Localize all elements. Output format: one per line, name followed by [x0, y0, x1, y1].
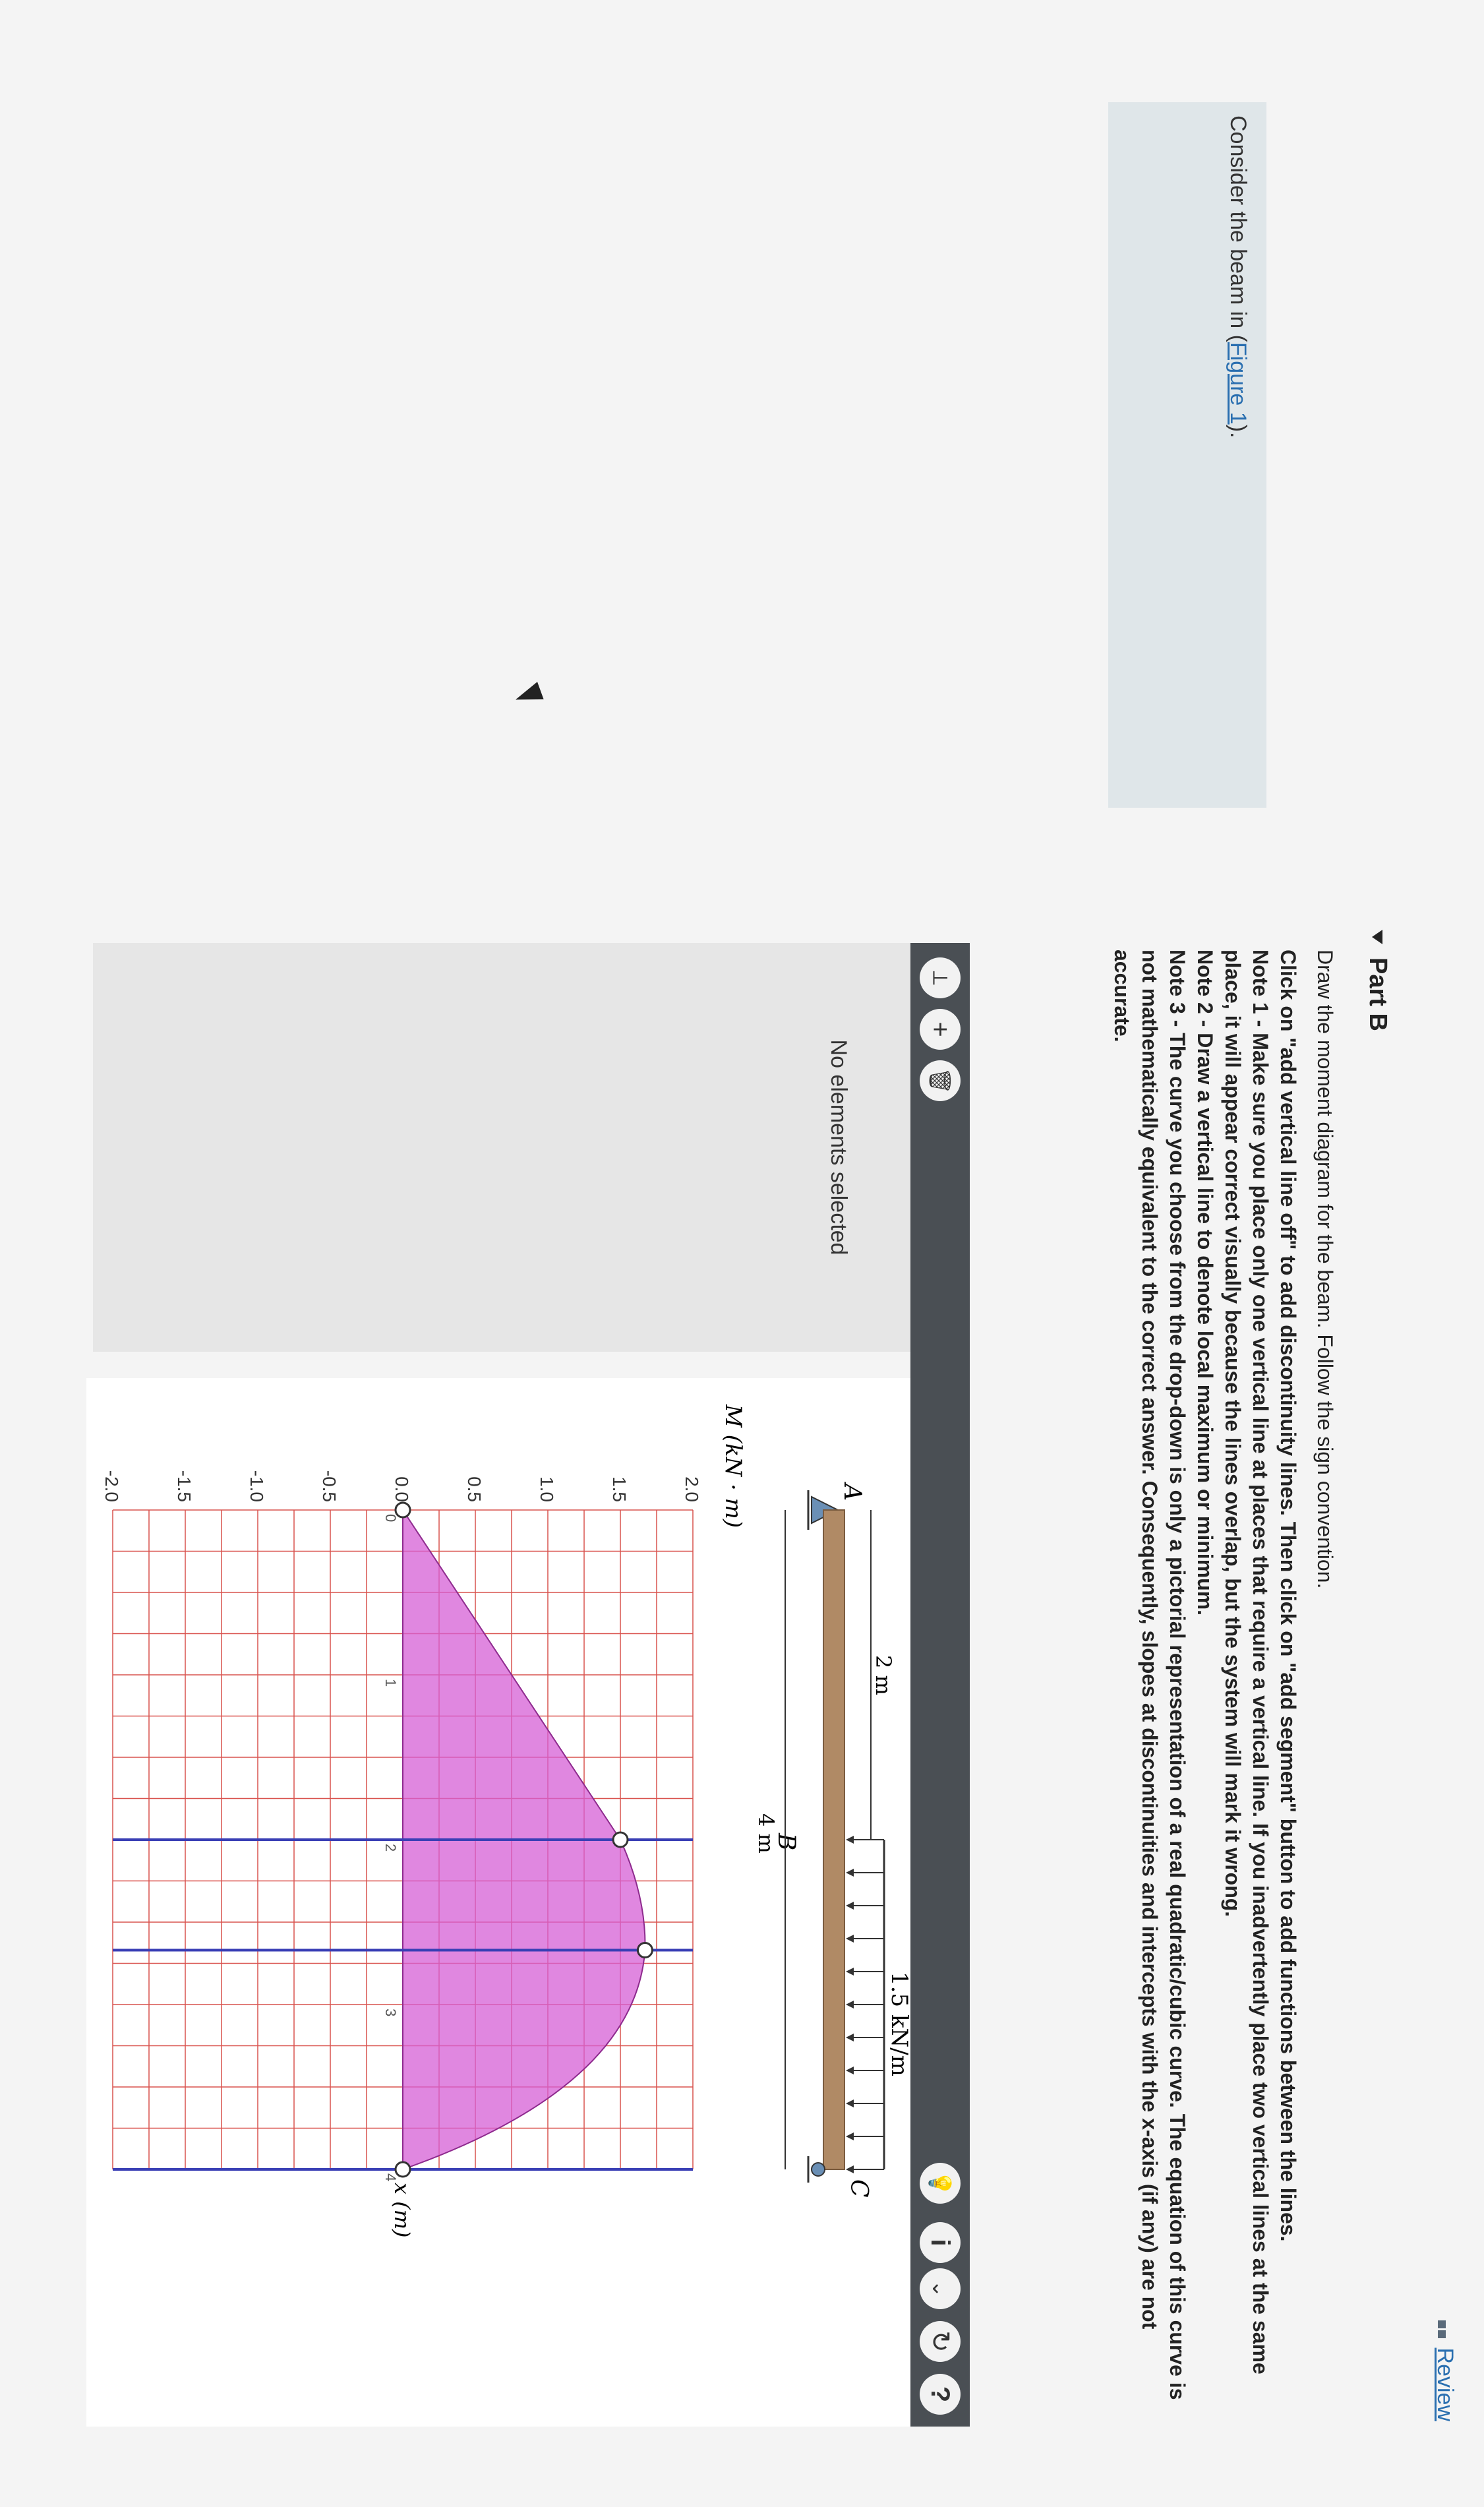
- instruction-intro: Draw the moment diagram for the beam. Fo…: [1313, 950, 1337, 1589]
- x-tick-label: 1: [382, 1679, 399, 1687]
- x-tick-label: 3: [382, 2009, 399, 2016]
- x-axis-label: x (m): [390, 2183, 415, 2238]
- load-arrowhead: [846, 2165, 854, 2173]
- instruction-note: Note 1 - Make sure you place only one ve…: [1221, 950, 1272, 2374]
- info-icon[interactable]: i: [920, 2222, 961, 2263]
- vertical-line-tool-icon[interactable]: ⟂: [920, 957, 961, 998]
- y-tick-label: 1.5: [609, 1476, 630, 1502]
- y-tick-label: -1.5: [174, 1470, 194, 1502]
- control-point[interactable]: [394, 1501, 411, 1519]
- x-tick-label: 0: [382, 1514, 399, 1522]
- roller-support-icon: [811, 2162, 825, 2177]
- label-c: C: [845, 2179, 872, 2198]
- control-point[interactable]: [612, 1831, 629, 1848]
- dimension-4m-label: 4 m: [754, 1813, 779, 1854]
- load-label: 1.5 kN/m: [886, 1972, 910, 2076]
- distributed-load-arrows: [846, 1836, 884, 2173]
- load-arrowhead: [846, 1869, 854, 1877]
- load-arrowhead: [846, 2067, 854, 2074]
- beam: [823, 1509, 845, 2170]
- y-tick-label: 2.0: [682, 1476, 702, 1502]
- load-arrowhead: [846, 1902, 854, 1910]
- collapse-triangle-icon: [1372, 930, 1383, 944]
- control-point[interactable]: [394, 2161, 411, 2178]
- instructions: Draw the moment diagram for the beam. Fo…: [1108, 950, 1339, 2420]
- control-point[interactable]: [636, 1942, 653, 1958]
- canvas-svg[interactable]: A C B 1.5 kN/m 2 m 4 m M (kN · m) 2.01.5…: [86, 1378, 912, 2427]
- load-arrowhead: [846, 2034, 854, 2041]
- graph-toolbar: ⟂ + 🗑 💡 i ⌄ ↻ ?: [910, 943, 970, 2427]
- load-arrowhead: [846, 2132, 854, 2140]
- instruction-line: Click on "add vertical line off" to add …: [1276, 950, 1300, 2242]
- y-tick-label: 0.5: [464, 1476, 485, 1502]
- beam-figure: A C B 1.5 kN/m 2 m 4 m: [754, 1482, 912, 2198]
- load-arrowhead: [846, 1968, 854, 1976]
- hint-bulb-icon[interactable]: 💡: [920, 2163, 961, 2204]
- selection-panel: No elements selected: [93, 943, 910, 1352]
- y-tick-label: -1.0: [247, 1470, 267, 1502]
- instruction-note: Note 2 - Draw a vertical line to denote …: [1193, 950, 1217, 1616]
- drawing-canvas[interactable]: A C B 1.5 kN/m 2 m 4 m M (kN · m) 2.0 1.…: [86, 1378, 912, 2427]
- load-arrowhead: [846, 1836, 854, 1844]
- load-arrowhead: [846, 1935, 854, 1943]
- reset-icon[interactable]: ↻: [920, 2321, 961, 2362]
- part-b-header[interactable]: Part B: [1363, 930, 1392, 1031]
- x-tick-label: 4: [382, 2173, 399, 2181]
- chevron-down-icon[interactable]: ⌄: [920, 2268, 961, 2309]
- figure-link[interactable]: Figure 1: [1226, 342, 1251, 425]
- mouse-cursor-icon: [512, 682, 544, 708]
- instruction-note: Note 3 - The curve you choose from the d…: [1110, 950, 1189, 2400]
- load-arrowhead: [846, 2001, 854, 2009]
- help-icon[interactable]: ?: [920, 2374, 961, 2415]
- y-tick-label: 0.0: [392, 1476, 412, 1502]
- problem-context-box: Consider the beam in (Figure 1).: [1108, 102, 1266, 808]
- review-link[interactable]: Review: [1432, 2320, 1458, 2421]
- label-a: A: [839, 1482, 866, 1501]
- review-icon: [1432, 2320, 1458, 2340]
- part-title: Part B: [1364, 957, 1392, 1031]
- trash-icon[interactable]: 🗑: [920, 1060, 961, 1101]
- y-tick-label: -0.5: [319, 1470, 340, 1502]
- review-label: Review: [1433, 2347, 1458, 2421]
- y-tick-label: 1.0: [537, 1476, 557, 1502]
- page: Review Consider the beam in (Figure 1). …: [0, 0, 1484, 2507]
- add-segment-button[interactable]: +: [920, 1009, 961, 1050]
- context-text: Consider the beam in (Figure 1).: [1226, 115, 1251, 438]
- y-tick-label: -2.0: [102, 1470, 122, 1502]
- load-arrowhead: [846, 2099, 854, 2107]
- tick-labels: 2.0 1.5 1.0 0.5 0.0 -0.5 -1.0 -1.5 -2.0 0 1 2 3 4: [102, 1470, 702, 2182]
- dimension-2m-label: 2 m: [871, 1655, 896, 1695]
- selection-status: No elements selected: [826, 1039, 851, 1255]
- y-axis-label: M (kN · m): [720, 1404, 746, 1528]
- x-tick-label: 2: [382, 1844, 399, 1852]
